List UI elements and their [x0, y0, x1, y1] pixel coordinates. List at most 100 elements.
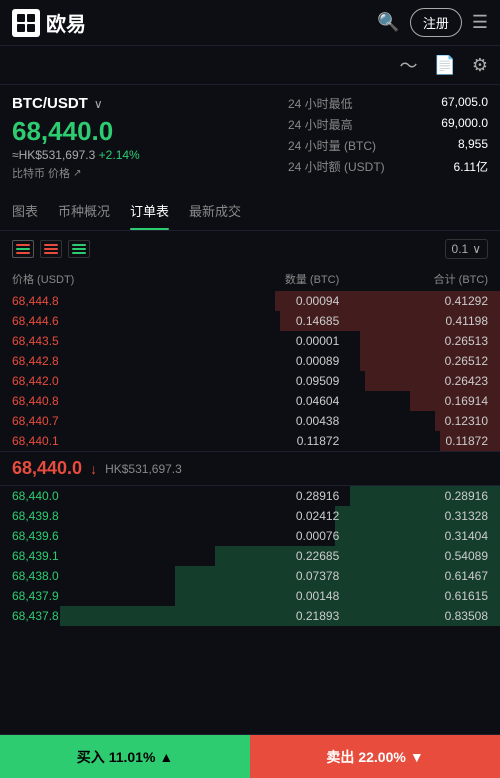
buy-order-row[interactable]: 68,440.0 0.28916 0.28916 — [0, 486, 500, 506]
order-amount: 0.00094 — [191, 294, 340, 308]
register-button[interactable]: 注册 — [410, 8, 462, 37]
order-amount: 0.00438 — [191, 414, 340, 428]
order-amount: 0.07378 — [191, 569, 340, 583]
order-amount: 0.11872 — [191, 434, 340, 448]
order-price: 68,439.8 — [12, 509, 191, 523]
order-price: 68,437.8 — [12, 609, 191, 623]
logo-text: 欧易 — [46, 8, 86, 37]
logo-icon — [12, 9, 40, 37]
buy-order-row[interactable]: 68,439.6 0.00076 0.31404 — [0, 526, 500, 546]
order-amount: 0.22685 — [191, 549, 340, 563]
order-price: 68,442.8 — [12, 354, 191, 368]
sell-order-row[interactable]: 68,444.6 0.14685 0.41198 — [0, 311, 500, 331]
pair-name: BTC/USDT — [12, 95, 88, 112]
price-left: BTC/USDT ∨ 68,440.0 ≈HK$531,697.3 +2.14%… — [12, 95, 268, 181]
mid-price-arrow-icon: ↓ — [90, 461, 97, 477]
bottom-bar: 买入 11.01% ▲ 卖出 22.00% ▼ — [0, 734, 500, 778]
order-price: 68,440.0 — [12, 489, 191, 503]
buy-orders: 68,440.0 0.28916 0.28916 68,439.8 0.0241… — [0, 486, 500, 626]
external-link-icon[interactable]: ↗ — [73, 168, 81, 179]
order-total: 0.28916 — [339, 489, 488, 503]
stat-label: 24 小时最高 — [288, 116, 353, 133]
buy-order-row[interactable]: 68,439.1 0.22685 0.54089 — [0, 546, 500, 566]
price-stats: 24 小时最低67,005.024 小时最高69,000.024 小时量 (BT… — [288, 95, 488, 175]
order-total: 0.16914 — [339, 394, 488, 408]
tab-最新成交[interactable]: 最新成交 — [189, 191, 241, 230]
order-total: 0.26423 — [339, 374, 488, 388]
buy-order-row[interactable]: 68,438.0 0.07378 0.61467 — [0, 566, 500, 586]
stat-label: 24 小时额 (USDT) — [288, 158, 385, 175]
view-buy-icon[interactable] — [68, 240, 90, 258]
order-total: 0.61615 — [339, 589, 488, 603]
tab-订单表[interactable]: 订单表 — [130, 191, 169, 230]
hk-price: ≈HK$531,697.3 +2.14% — [12, 148, 268, 162]
buy-order-row[interactable]: 68,437.8 0.21893 0.83508 — [0, 606, 500, 626]
sell-order-row[interactable]: 68,443.5 0.00001 0.26513 — [0, 331, 500, 351]
order-total: 0.26512 — [339, 354, 488, 368]
view-both-icon[interactable] — [12, 240, 34, 258]
coin-label: 比特币 价格 ↗ — [12, 165, 268, 181]
sell-order-row[interactable]: 68,440.8 0.04604 0.16914 — [0, 391, 500, 411]
price-section: BTC/USDT ∨ 68,440.0 ≈HK$531,697.3 +2.14%… — [0, 85, 500, 191]
order-price: 68,444.6 — [12, 314, 191, 328]
tab-币种概况[interactable]: 币种概况 — [58, 191, 110, 230]
pair-dropdown-icon[interactable]: ∨ — [94, 97, 103, 111]
order-amount: 0.00148 — [191, 589, 340, 603]
order-amount: 0.00076 — [191, 529, 340, 543]
precision-chevron-icon: ∨ — [472, 242, 481, 256]
order-price: 68,440.1 — [12, 434, 191, 448]
order-price: 68,440.8 — [12, 394, 191, 408]
menu-icon[interactable]: ☰ — [472, 12, 488, 33]
sell-order-row[interactable]: 68,444.8 0.00094 0.41292 — [0, 291, 500, 311]
order-total: 0.26513 — [339, 334, 488, 348]
stat-value: 69,000.0 — [441, 116, 488, 133]
tab-图表[interactable]: 图表 — [12, 191, 38, 230]
order-amount: 0.28916 — [191, 489, 340, 503]
sell-arrow-icon: ▼ — [410, 749, 424, 765]
stat-label: 24 小时最低 — [288, 95, 353, 112]
view-sell-icon[interactable] — [40, 240, 62, 258]
search-icon[interactable]: 🔍 — [377, 12, 399, 33]
buy-button[interactable]: 买入 11.01% ▲ — [0, 735, 250, 778]
buy-pct: 11.01% — [109, 749, 156, 765]
sell-order-row[interactable]: 68,442.8 0.00089 0.26512 — [0, 351, 500, 371]
col-header-total: 合计 (BTC) — [339, 271, 488, 287]
buy-arrow-icon: ▲ — [159, 749, 173, 765]
order-amount: 0.00001 — [191, 334, 340, 348]
logo: 欧易 — [12, 8, 86, 37]
order-total: 0.41198 — [339, 314, 488, 328]
buy-order-row[interactable]: 68,439.8 0.02412 0.31328 — [0, 506, 500, 526]
order-price: 68,442.0 — [12, 374, 191, 388]
order-amount: 0.14685 — [191, 314, 340, 328]
stat-row: 24 小时最高 69,000.0 — [288, 116, 488, 133]
sell-order-row[interactable]: 68,442.0 0.09509 0.26423 — [0, 371, 500, 391]
order-price: 68,439.6 — [12, 529, 191, 543]
order-total: 0.12310 — [339, 414, 488, 428]
sell-order-row[interactable]: 68,440.1 0.11872 0.11872 — [0, 431, 500, 451]
precision-select[interactable]: 0.1 ∨ — [445, 239, 488, 259]
sell-order-row[interactable]: 68,440.7 0.00438 0.12310 — [0, 411, 500, 431]
order-amount: 0.04604 — [191, 394, 340, 408]
change-pct: +2.14% — [99, 148, 140, 162]
sell-label: 卖出 — [326, 747, 354, 767]
order-total: 0.31404 — [339, 529, 488, 543]
sell-pct: 22.00% — [358, 749, 405, 765]
col-header-price: 价格 (USDT) — [12, 271, 191, 287]
order-amount: 0.02412 — [191, 509, 340, 523]
buy-order-row[interactable]: 68,437.9 0.00148 0.61615 — [0, 586, 500, 606]
order-price: 68,443.5 — [12, 334, 191, 348]
chart-line-icon[interactable]: 〜 — [399, 52, 417, 78]
document-icon[interactable]: 📄 — [433, 55, 455, 76]
stat-row: 24 小时额 (USDT)6.11亿 — [288, 158, 488, 175]
order-total: 0.83508 — [339, 609, 488, 623]
column-headers: 价格 (USDT) 数量 (BTC) 合计 (BTC) — [0, 267, 500, 291]
stat-value: 8,955 — [458, 137, 488, 154]
order-total: 0.31328 — [339, 509, 488, 523]
precision-value: 0.1 — [452, 242, 469, 256]
mid-price-row: 68,440.0 ↓ HK$531,697.3 — [0, 451, 500, 486]
mid-price: 68,440.0 — [12, 458, 82, 479]
order-amount: 0.21893 — [191, 609, 340, 623]
sell-button[interactable]: 卖出 22.00% ▼ — [250, 735, 500, 778]
order-price: 68,440.7 — [12, 414, 191, 428]
settings-icon[interactable]: ⚙ — [472, 55, 488, 76]
